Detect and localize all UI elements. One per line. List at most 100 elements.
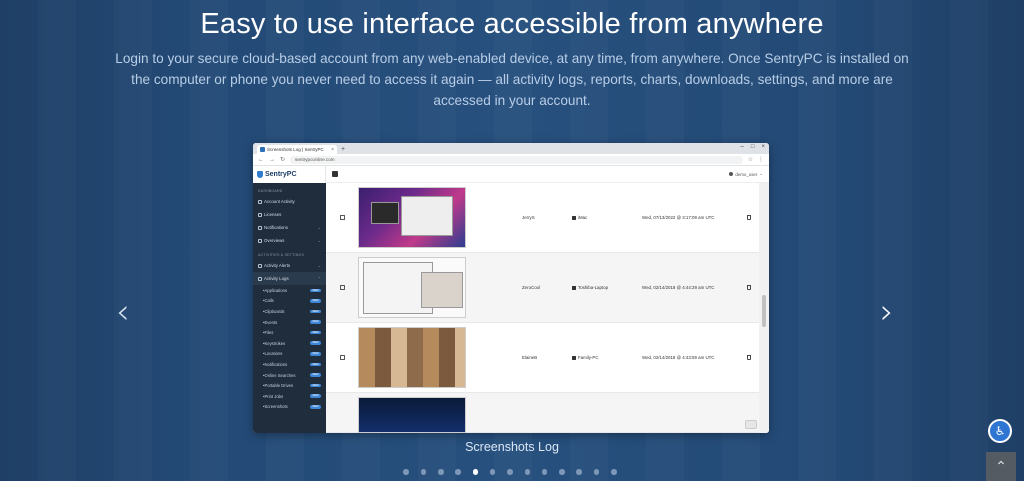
sidebar-item-activity-alerts: Activity Alerts ⌄ (253, 259, 326, 272)
submenu-item: • Applications NEW (253, 285, 326, 296)
chevron-down-icon: ⌄ (317, 238, 321, 243)
submenu-item: • Events NEW (253, 317, 326, 328)
forward-icon: → (269, 156, 275, 163)
carousel-dot[interactable] (524, 469, 531, 475)
browser-tabbar: Screenshots Log | SentryPC × + – □ × (253, 143, 769, 154)
shield-icon (257, 171, 263, 178)
row-date: Wed, 07/13/2022 @ 3:17:09 am UTC (642, 215, 715, 220)
submenu-item-label: Print Jobs (264, 393, 284, 399)
submenu-item-label: Events (264, 319, 278, 325)
carousel-dot[interactable] (593, 469, 600, 475)
scroll-top-mini-button (745, 420, 757, 429)
table-row: ElaineB Family-PC Wed, 02/14/2018 @ 4:43… (326, 323, 759, 393)
screenshot-thumbnail (358, 327, 466, 388)
carousel-dot[interactable] (541, 469, 548, 475)
browser-tab: Screenshots Log | SentryPC × (257, 145, 337, 154)
row-computer: Family-PC (572, 355, 599, 360)
app-logo: SentryPC (253, 166, 326, 183)
maximize-icon: □ (750, 144, 755, 150)
carousel-dot[interactable] (438, 469, 444, 475)
carousel-dot[interactable] (472, 469, 479, 475)
chevron-right-icon: › (880, 292, 894, 332)
hero-subtext: Login to your secure cloud-based account… (115, 51, 909, 108)
carousel-dot[interactable] (576, 469, 582, 475)
submenu-item: • Screenshots NEW (253, 402, 326, 413)
new-badge: NEW (310, 341, 321, 346)
slide-caption: Screenshots Log (465, 440, 559, 454)
computer-name: Toshiba-Laptop (578, 285, 609, 290)
activity-logs-submenu: • Applications NEW • Calls NEW • Clipboards N… (253, 285, 326, 412)
carousel-dot[interactable] (489, 469, 496, 475)
scrollbar (759, 183, 769, 433)
submenu-item-label: Keystrokes (264, 340, 286, 346)
carousel-dot[interactable] (611, 469, 617, 475)
sidebar-item-label: Account Activity (264, 199, 295, 204)
new-badge: NEW (310, 405, 321, 409)
back-to-top-button[interactable]: ⌃ (986, 452, 1016, 481)
sidebar-item-notifications: Notifications ⌄ (253, 221, 326, 234)
sidebar-section-dashboard: DASHBOARD (258, 189, 283, 193)
close-window-icon: × (761, 144, 765, 150)
favicon-icon (260, 147, 265, 152)
new-tab-icon: + (341, 146, 346, 153)
computer-name: Family-PC (578, 355, 599, 360)
screenshot-browser-mockup: Screenshots Log | SentryPC × + – □ × ← →… (253, 143, 769, 433)
collapse-sidebar-icon (332, 171, 338, 177)
row-checkbox (340, 355, 345, 360)
trash-icon (747, 215, 751, 220)
user-menu: demo_user ⌄ (729, 171, 763, 177)
sidebar-item-label: Activity Logs (264, 276, 289, 281)
accessibility-button[interactable]: ♿ (988, 419, 1012, 443)
submenu-item-label: Locations (264, 351, 283, 357)
new-badge: NEW (310, 288, 321, 293)
sidebar-item-account-activity: Account Activity (253, 195, 326, 208)
submenu-item: • Keystrokes NEW (253, 338, 326, 349)
submenu-item: • Locations NEW (253, 349, 326, 360)
row-user: JerryS (522, 215, 535, 220)
carousel-prev-button[interactable]: ‹ (116, 295, 130, 329)
trash-icon (747, 355, 751, 360)
alert-icon (258, 263, 262, 268)
sidebar-item-licenses: Licenses (253, 208, 326, 221)
submenu-item: • Print Jobs NEW (253, 391, 326, 402)
new-badge: NEW (310, 362, 321, 367)
submenu-item: • Clipboards NEW (253, 306, 326, 317)
window-controls: – □ × (741, 144, 765, 150)
brand-name: SentryPC (265, 171, 297, 178)
calendar-icon (258, 238, 262, 243)
trash-icon (747, 285, 751, 290)
table-row: JerryS iMac Wed, 07/13/2022 @ 3:17:09 am… (326, 183, 759, 253)
username: demo_user (735, 171, 758, 177)
carousel-dot[interactable] (455, 469, 461, 475)
new-badge: NEW (310, 330, 321, 335)
new-badge: NEW (310, 320, 321, 324)
sidebar-item-overviews: Overviews ⌄ (253, 234, 326, 247)
carousel-dot[interactable] (403, 469, 409, 475)
submenu-item-label: Online Searches (264, 372, 296, 378)
row-user: ZeroCool (522, 285, 541, 290)
new-badge: NEW (310, 394, 321, 399)
sidebar-section-activities: ACTIVITIES & SETTINGS (258, 253, 305, 257)
bookmark-star-icon: ☆ (747, 157, 753, 163)
accessibility-icon: ♿ (994, 424, 1006, 438)
submenu-item: • Files NEW (253, 327, 326, 338)
chevron-down-icon: ⌄ (317, 263, 321, 268)
app-topbar: demo_user ⌄ (326, 166, 769, 183)
browser-tab-title: Screenshots Log | SentryPC (267, 147, 324, 152)
carousel-next-button[interactable]: › (880, 295, 894, 329)
sidebar-item-label: Overviews (264, 238, 285, 243)
chevron-down-icon: ⌄ (759, 171, 763, 176)
chevron-up-icon: ⌃ (317, 276, 321, 281)
table-row (326, 393, 759, 433)
carousel-dot[interactable] (420, 469, 427, 475)
submenu-item-label: Files (264, 330, 274, 336)
carousel-dot[interactable] (559, 469, 565, 475)
carousel-dot[interactable] (507, 469, 513, 475)
chevron-left-icon: ‹ (116, 292, 130, 332)
sidebar-item-label: Notifications (264, 225, 288, 230)
new-badge: NEW (310, 299, 321, 303)
browser-address-bar: ← → ↻ sentrypconline.com ☆ ⋮ (253, 154, 769, 166)
row-checkbox (340, 285, 345, 290)
mail-icon (258, 225, 262, 230)
windows-icon (572, 285, 576, 290)
